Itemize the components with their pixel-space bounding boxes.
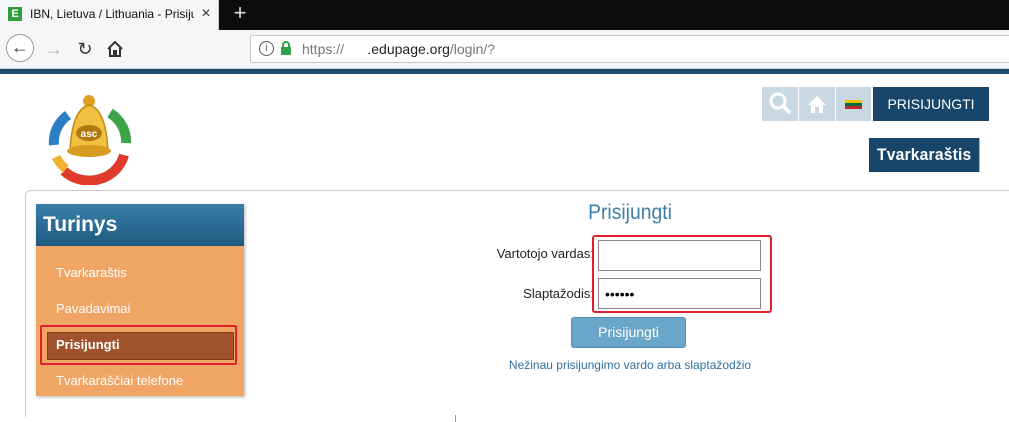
new-tab-icon[interactable]: + [229,2,251,26]
close-tab-icon[interactable]: × [199,5,213,23]
school-logo[interactable]: asc [44,93,134,186]
url-text: https:// .edupage.org/login/? [302,41,495,57]
url-path: /login/? [449,41,496,57]
sidebar-highlight-box [40,325,237,365]
sidebar-item-pavadavimai[interactable]: Pavadavimai [56,299,236,319]
forward-icon[interactable]: → [40,35,68,63]
page-top-stripe [0,69,1009,74]
sidebar-item-tvarkarastis[interactable]: Tvarkaraštis [56,263,236,283]
info-icon[interactable]: i [259,41,274,56]
tab-title: IBN, Lietuva / Lithuania - Prisiju [30,7,194,21]
home-icon[interactable] [101,35,129,63]
timetable-button[interactable]: Tvarkaraštis [869,138,980,172]
search-button[interactable] [762,87,798,121]
logo-text: asc [81,129,98,140]
login-title: Prisijungti [588,201,672,224]
site-home-button[interactable] [799,87,835,121]
lock-icon [280,41,292,55]
forgot-credentials-link[interactable]: Nežinau prisijungimo vardo arba slaptažo… [470,358,790,376]
language-flag-button[interactable] [836,87,871,121]
login-submit-button[interactable]: Prisijungti [571,317,686,348]
username-label: Vartotojo vardas: [496,246,594,261]
favicon-icon: E [8,7,22,21]
password-label: Slaptažodis: [523,286,594,301]
back-icon[interactable]: ← [6,34,34,62]
sidebar-title: Turinys [36,204,244,246]
fields-highlight-box [592,235,772,313]
url-protocol: https:// [302,41,345,57]
reload-icon[interactable]: ↻ [71,35,99,63]
url-domain: .edupage.org [344,41,450,57]
divider-tick [455,415,456,422]
sidebar-item-telefone[interactable]: Tvarkaraščiai telefone [56,371,236,391]
header-login-button[interactable]: PRISIJUNGTI [873,87,989,121]
